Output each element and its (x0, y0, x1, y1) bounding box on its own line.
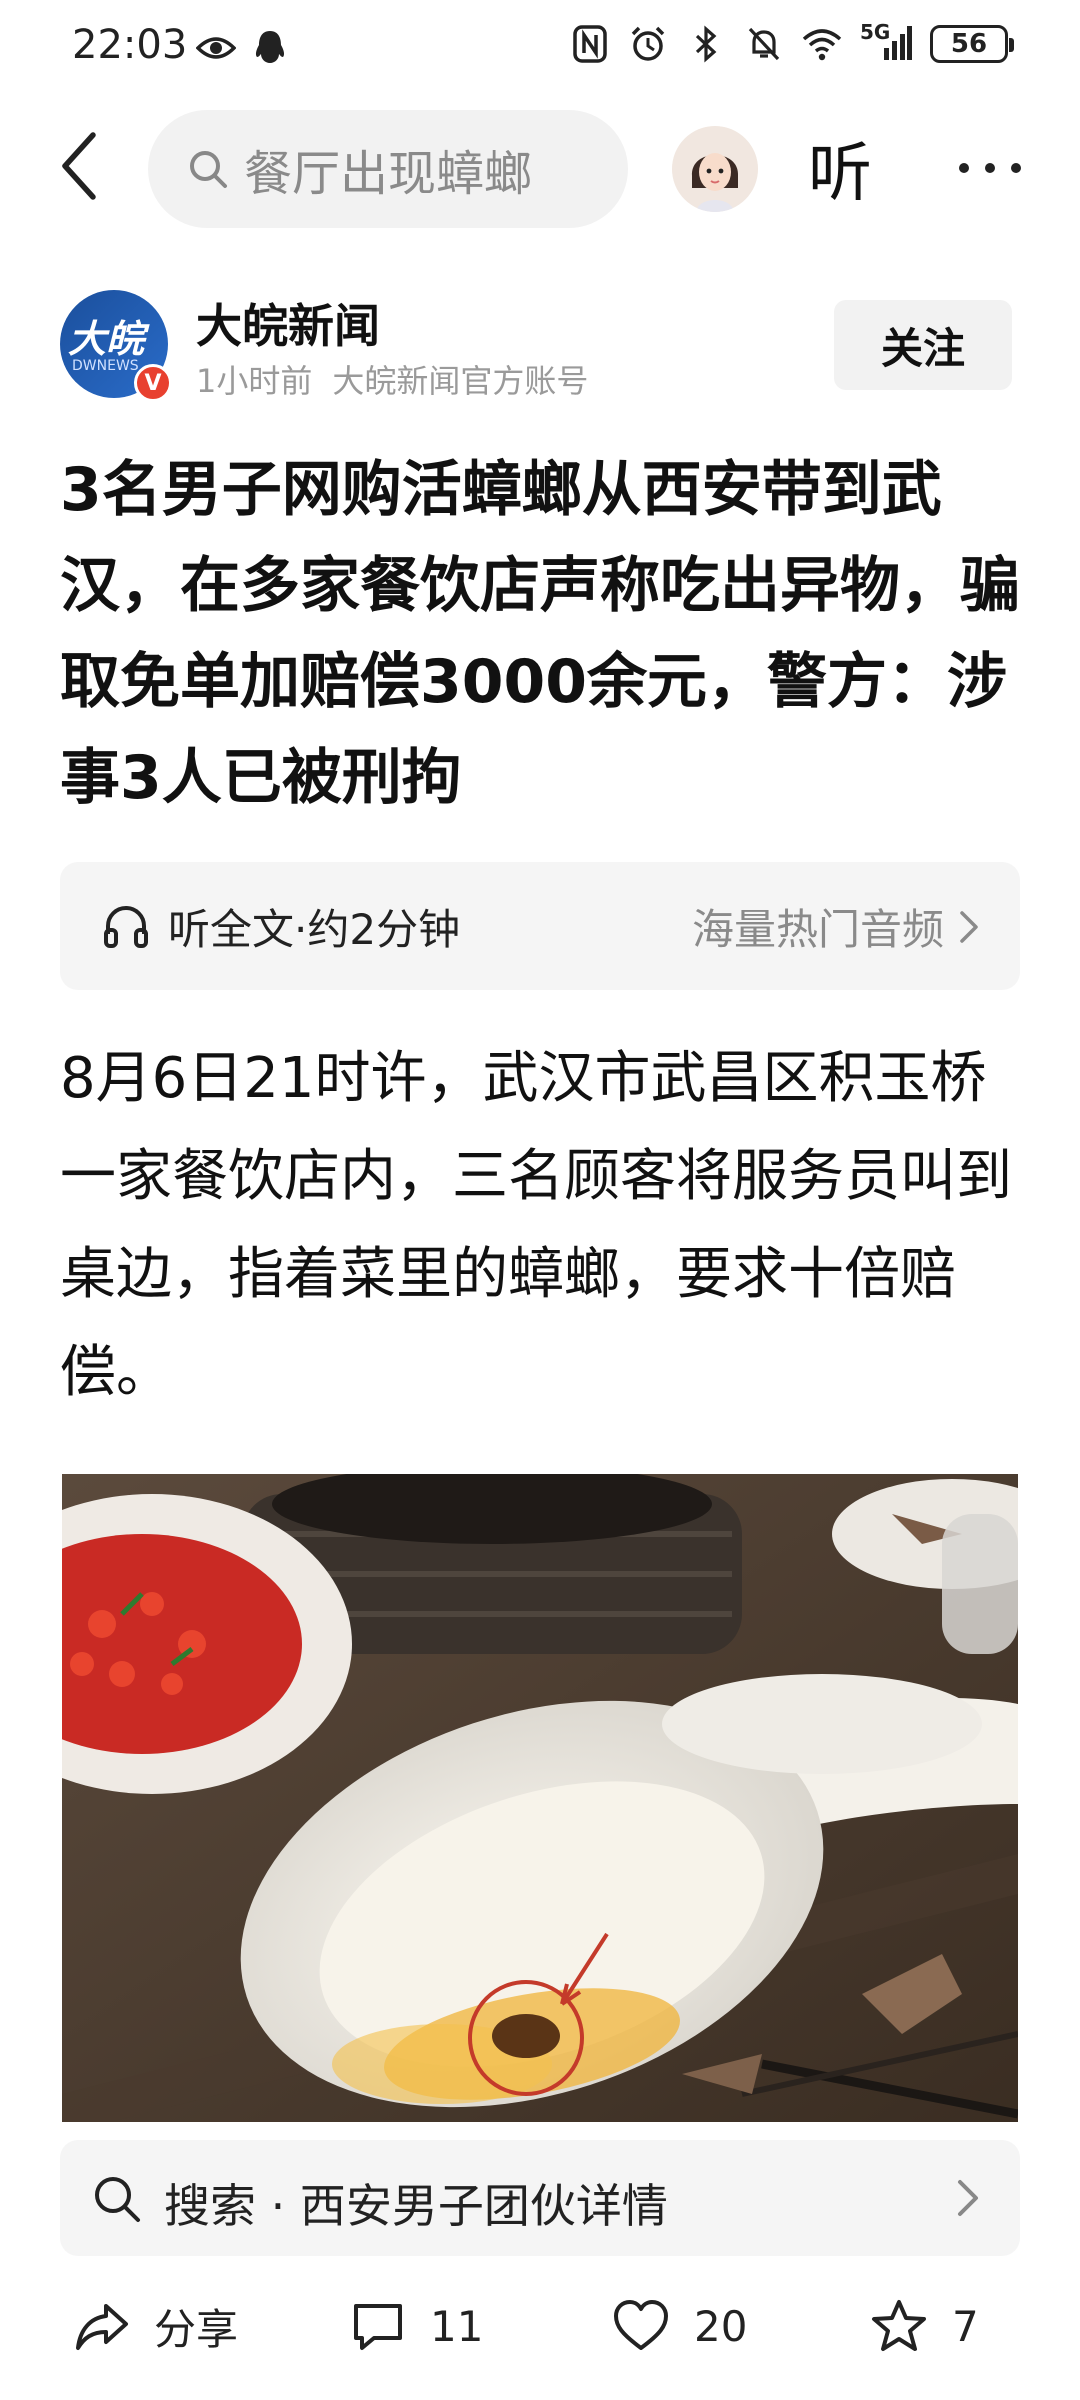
like-button[interactable]: 20 (612, 2296, 747, 2356)
share-button[interactable]: 分享 (74, 2296, 238, 2356)
search-box[interactable]: 餐厅出现蟑螂 (148, 110, 628, 228)
account-type: 大皖新闻官方账号 (332, 362, 589, 400)
popular-audio-link: 海量热门音频 (691, 905, 944, 954)
assistant-avatar-icon (672, 126, 758, 212)
search-icon (190, 151, 227, 188)
share-label: 分享 (154, 2304, 239, 2354)
search-query-text: 餐厅出现蟑螂 (244, 146, 533, 202)
author-logo[interactable]: 大皖 DWNEWS V (60, 290, 172, 402)
author-logo-subtext: DWNEWS (72, 358, 139, 374)
comment-count: 11 (430, 2301, 484, 2351)
listen-button[interactable]: 听 (808, 122, 872, 214)
listen-full-text-bar[interactable]: 听全文·约2分钟 海量热门音频 (60, 862, 1020, 990)
article-title: 3名男子网购活蟑螂从西安带到武汉，在多家餐饮店声称吃出异物，骗取免单加赔偿300… (60, 455, 1020, 813)
favorite-count: 7 (952, 2301, 979, 2351)
headphones-icon (104, 905, 148, 948)
qq-icon (250, 28, 290, 68)
star-icon (872, 2300, 926, 2351)
related-search-bar[interactable]: 搜索 · 西安男子团伙详情 (60, 2140, 1020, 2256)
top-nav-bar: 餐厅出现蟑螂 听 (0, 100, 1080, 240)
publish-time: 1小时前 (196, 362, 313, 400)
battery-indicator: 56 (930, 25, 1014, 63)
article-paragraph: 8月6日21时许，武汉市武昌区积玉桥一家餐饮店内，三名顾客将服务员叫到桌边，指着… (60, 1046, 1012, 1405)
eye-icon (196, 28, 236, 68)
more-dot-icon (959, 163, 969, 173)
heart-icon (614, 2300, 668, 2350)
cellular-signal-icon: 5G (860, 20, 912, 64)
article-photo[interactable] (62, 1474, 1018, 2122)
comment-icon (354, 2304, 402, 2350)
author-logo-text: 大皖 (68, 317, 145, 361)
more-options-button[interactable] (950, 148, 1030, 188)
listen-full-text-label: 听全文·约2分钟 (168, 905, 461, 954)
related-search-label: 搜索 · 西安男子团伙详情 (164, 2179, 668, 2233)
chevron-left-icon (62, 132, 96, 200)
author-name[interactable]: 大皖新闻 (196, 290, 380, 356)
status-time: 22:03 (72, 22, 188, 68)
back-button[interactable] (44, 126, 114, 206)
nfc-icon (570, 24, 610, 64)
favorite-button[interactable]: 7 (870, 2296, 979, 2356)
chevron-right-icon (958, 2180, 978, 2216)
chevron-right-icon (960, 910, 978, 943)
search-icon (95, 2177, 140, 2222)
status-bar: 22:03 5G 56 (0, 0, 1080, 100)
share-icon (76, 2304, 128, 2350)
avatar[interactable] (672, 126, 758, 212)
comment-button[interactable]: 11 (350, 2296, 483, 2356)
restaurant-table-photo (62, 1474, 1018, 2122)
author-meta: 1小时前 大皖新闻官方账号 (196, 356, 588, 402)
bottom-action-bar: 分享 11 20 7 (0, 2270, 1080, 2380)
verified-badge-icon: V (134, 364, 172, 402)
bluetooth-icon (686, 24, 726, 64)
wifi-icon (802, 24, 842, 64)
author-row: 大皖 DWNEWS V 大皖新闻 1小时前 大皖新闻官方账号 关注 (0, 280, 1080, 410)
alarm-icon (628, 24, 668, 64)
mute-bell-icon (744, 24, 784, 64)
follow-button[interactable]: 关注 (834, 300, 1012, 390)
like-count: 20 (694, 2301, 748, 2351)
